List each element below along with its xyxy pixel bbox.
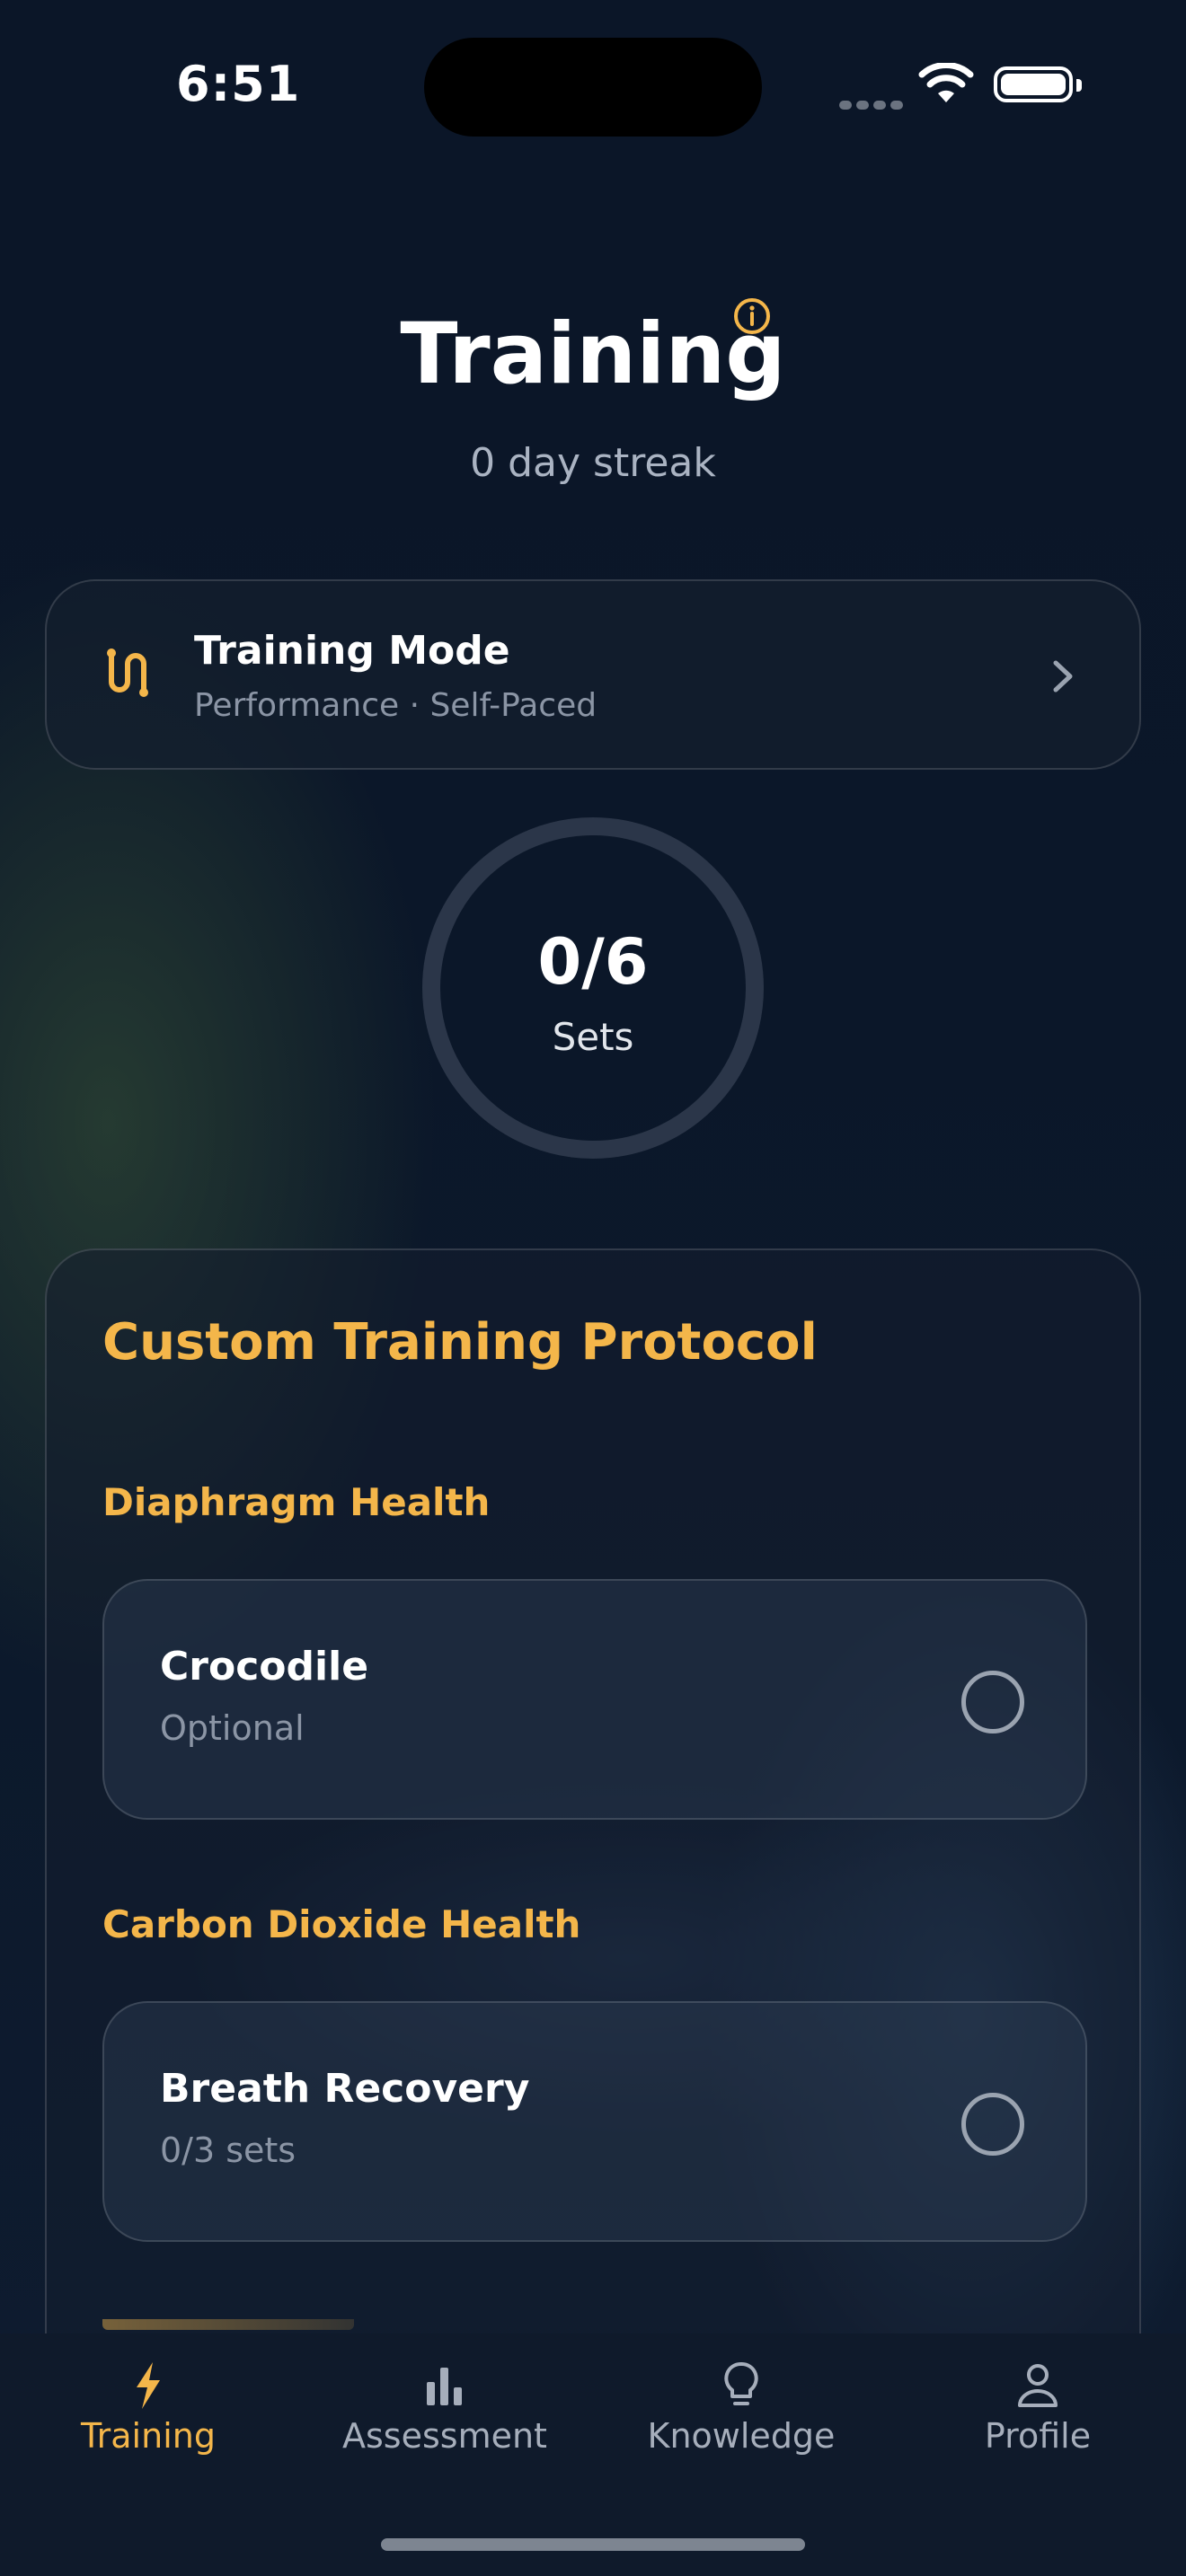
sets-label: Sets [552,1015,634,1059]
protocol-title: Custom Training Protocol [102,1313,818,1372]
tab-label: Training [81,2416,216,2456]
training-mode-subtitle: Performance · Self-Paced [194,687,597,724]
protocol-card: Custom Training Protocol Diaphragm Healt… [45,1248,1141,2362]
exercise-detail: Optional [160,1708,305,1748]
dynamic-island [424,38,762,137]
training-mode-card[interactable]: Training Mode Performance · Self-Paced [45,579,1141,770]
chevron-right-icon [1053,660,1073,693]
person-icon [1018,2364,1058,2407]
tab-knowledge[interactable]: Knowledge [593,2333,890,2513]
tab-label: Knowledge [647,2416,836,2456]
wifi-icon [918,63,974,102]
tab-label: Assessment [342,2416,547,2456]
section-label-co2: Carbon Dioxide Health [102,1902,581,1946]
bar-chart-icon [427,2368,462,2405]
info-icon[interactable] [732,296,772,336]
status-time: 6:51 [176,56,301,112]
exercise-card-breath-recovery[interactable]: Breath Recovery 0/3 sets [102,2001,1087,2242]
completion-checkbox[interactable] [961,1671,1024,1734]
page-title: Training [400,305,786,403]
exercise-name: Breath Recovery [160,2066,530,2112]
home-indicator [381,2538,805,2551]
lightbulb-icon [724,2362,758,2405]
exercise-name: Crocodile [160,1644,369,1689]
bolt-icon [137,2362,160,2409]
tab-label: Profile [984,2416,1092,2456]
route-icon [107,648,148,697]
tab-assessment[interactable]: Assessment [296,2333,593,2513]
tab-training[interactable]: Training [0,2333,296,2513]
battery-icon [994,66,1073,102]
tab-profile[interactable]: Profile [890,2333,1186,2513]
completion-checkbox[interactable] [961,2093,1024,2156]
exercise-detail: 0/3 sets [160,2130,296,2170]
training-mode-title: Training Mode [194,628,510,674]
battery-tip [1076,79,1082,92]
streak-text: 0 day streak [470,440,716,486]
exercise-card-crocodile[interactable]: Crocodile Optional [102,1579,1087,1820]
status-icons [839,63,1082,110]
cellular-signal-icon [839,96,907,113]
sets-count: 0/6 [537,925,649,999]
section-label-diaphragm: Diaphragm Health [102,1480,491,1524]
